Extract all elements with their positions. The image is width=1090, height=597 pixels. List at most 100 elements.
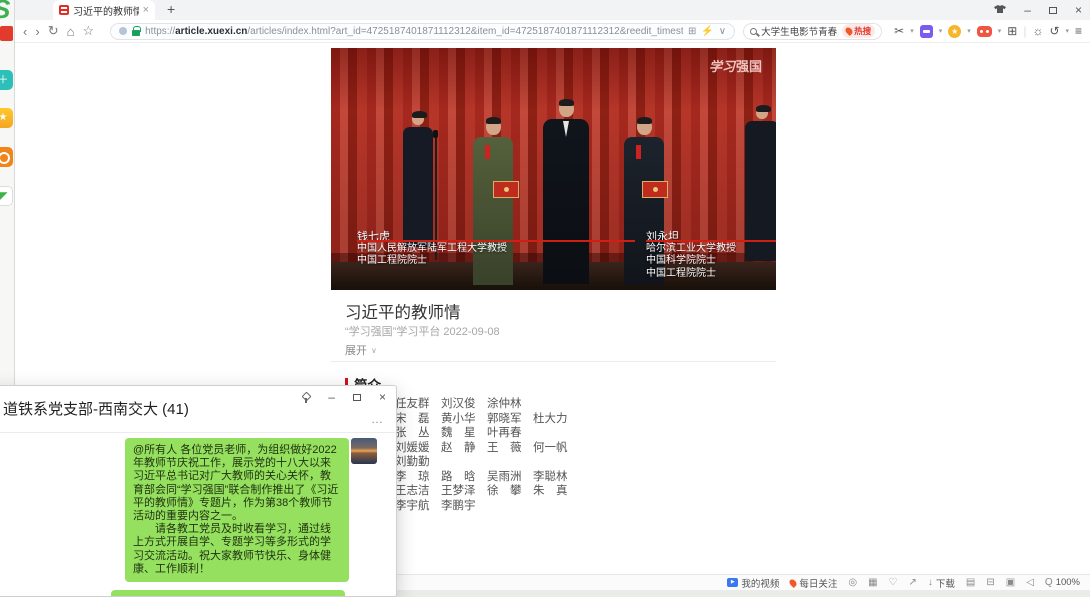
chat-message-paragraph2: 请各教工党员及时收看学习，通过线上方式开展自学、专题学习等多形式的学习交流活动。… [133,523,341,576]
undo-history-icon[interactable]: ↺ [1049,24,1059,38]
address-bar[interactable]: https://article.xuexi.cn/articles/index.… [110,23,735,40]
back-icon[interactable]: ‹ [23,24,27,39]
credits-row: 李 琼 路 晗 吴雨洲 李聪林 [395,470,568,485]
refresh-icon[interactable]: ↻ [48,23,59,39]
reader-grid-icon[interactable]: ⊞ [688,26,696,37]
close-button[interactable]: × [1075,3,1082,17]
toolbar-separator: | [1023,24,1026,38]
print-icon[interactable]: ▤ [966,577,975,588]
video-player[interactable]: 钱七虎 中国人民解放军陆军工程大学教授 中国工程院院士 刘永坦 哈尔滨工业大学教… [331,48,776,290]
download-button[interactable]: ↓ 下载 [928,576,955,590]
expand-toggle[interactable]: 展开 ∨ [345,342,377,358]
tab-title: 习近平的教师情 [73,3,139,18]
menu-icon[interactable]: ≡ [1075,24,1082,38]
sogou-logo-icon[interactable]: S [0,0,10,25]
media-app-icon[interactable]: ◤ [0,186,13,206]
caption-right-underline [646,240,776,242]
sidebar-panel-icon[interactable]: ▣ [1006,577,1015,588]
rewards-dropdown-icon[interactable]: ▾ [967,27,971,35]
share-icon[interactable]: ↗ [909,577,917,588]
screenshot-scissors-icon[interactable]: ✂ [894,24,904,38]
article-column: 钱七虎 中国人民解放军陆军工程大学教授 中国工程院院士 刘永坦 哈尔滨工业大学教… [331,43,776,574]
secure-lock-icon [132,30,140,36]
daily-follow-button[interactable]: 每日关注 [790,576,837,590]
new-tab-button[interactable]: + [167,1,175,17]
url-host: article.xuexi.cn [175,26,247,37]
restore-button[interactable] [1049,7,1057,14]
chat-title-divider [0,432,396,433]
translate-dropdown-icon[interactable]: ▾ [939,27,943,35]
chat-group-title: 道铁系党支部-西南交大 (41) [3,398,189,419]
zoom-level[interactable]: Q 100% [1045,577,1080,588]
sender-avatar[interactable] [351,438,377,464]
skin-theme-icon[interactable] [994,3,1006,17]
chat-close-button[interactable]: × [379,390,386,404]
search-hotword[interactable]: 大学生电影节青春之 [761,24,838,38]
flame-icon [788,578,798,588]
minimize-button[interactable]: – [1024,3,1031,17]
apps-grid-icon[interactable]: ⊞ [1007,24,1017,38]
browser-toolbar: ‹ › ↻ ⌂ ☆ https://article.xuexi.cn/artic… [15,20,1090,43]
forward-icon[interactable]: › [35,24,39,39]
background-official-left [403,112,433,247]
favorite-heart-icon[interactable]: ♡ [889,577,898,588]
volume-icon[interactable]: ◁ [1026,577,1034,588]
caption-left-lines: 中国人民解放军陆军工程大学教授 中国工程院院士 [357,243,507,268]
chat-message-bubble[interactable]: @所有人 各位党员老师，为组织做好2022年教师节庆祝工作，展示党的十八大以来习… [125,438,349,582]
credits-row: 张 丛 魏 星 叶再春 [395,426,568,441]
download-label: 下载 [936,576,955,590]
credits-row: 刘勤勤 [395,455,568,470]
video-play-icon: ▶ [727,578,738,587]
archive-icon[interactable]: ⊟ [986,577,994,588]
messenger-app-icon[interactable]: ＋ [0,70,13,90]
translate-extension-icon[interactable] [920,25,933,38]
caption-right-line1: 哈尔滨工业大学教授 [646,243,736,255]
image-icon[interactable]: ▦ [868,577,877,588]
chat-minimize-button[interactable]: – [328,390,335,404]
article-divider [331,361,776,362]
home-icon[interactable]: ⌂ [67,24,75,39]
url-text[interactable]: https://article.xuexi.cn/articles/index.… [145,26,683,37]
credits-row: 任友群 刘汉俊 涂仲林 [395,397,568,412]
chat-message-bubble-partial[interactable] [111,590,345,597]
window-controls: – × [994,0,1082,20]
bookmark-star-icon[interactable]: ☆ [82,23,94,39]
caption-right-lines: 哈尔滨工业大学教授 中国科学院院士 中国工程院院士 [646,243,736,280]
my-video-button[interactable]: ▶ 我的视频 [727,576,779,590]
site-dot-icon [119,27,127,35]
chat-maximize-button[interactable] [353,394,361,401]
speed-lightning-icon[interactable]: ⚡ [701,26,713,37]
night-mode-icon[interactable]: ☼ [1032,24,1043,38]
chat-message-paragraph1: @所有人 各位党员老师，为组织做好2022年教师节庆祝工作，展示党的十八大以来习… [133,444,341,523]
screenshot-dropdown-icon[interactable]: ▾ [910,27,914,35]
leader-center [543,100,589,284]
zoom-magnifier-icon: Q [1045,577,1053,588]
search-box[interactable]: 大学生电影节青春之 热搜 [743,23,882,40]
search-icon [750,28,757,35]
flame-icon [844,26,854,36]
chat-window-controls: – × [301,390,386,404]
credits-row: 李宇航 李鹏宇 [395,499,568,514]
background-official-right [745,106,776,261]
expand-label: 展开 [345,342,367,358]
addressbar-dropdown-icon[interactable]: ∨ [719,26,726,37]
chat-window: 道铁系党支部-西南交大 (41) – × … @所有人 各位党员老师，为组织做好… [0,385,397,597]
hot-search-badge[interactable]: 热搜 [842,24,875,38]
tab-close-icon[interactable]: × [143,4,149,16]
camera-app-icon[interactable] [0,147,13,167]
chat-more-icon[interactable]: … [371,412,384,426]
favorites-app-icon[interactable]: ★ [0,108,13,128]
credits-list: 任友群 刘汉俊 涂仲林 宋 磊 黄小华 郭晓军 杜大力 张 丛 魏 星 叶再春 … [395,397,568,513]
rewards-icon[interactable]: ★ [948,25,961,38]
watermark-script-part: 学习 [709,59,735,74]
undo-dropdown-icon[interactable]: ▾ [1066,27,1070,35]
tab-active[interactable]: 习近平的教师情 × [53,0,155,20]
article-source: “学习强国”学习平台 [345,326,440,338]
games-dropdown-icon[interactable]: ▾ [998,27,1002,35]
hot-badge-icon[interactable] [0,26,13,41]
pin-icon[interactable] [301,393,310,402]
games-icon[interactable] [977,26,992,37]
badge-icon[interactable]: ◎ [848,577,857,588]
xuexi-watermark: 学习强国 [709,56,762,75]
zoom-value: 100% [1056,577,1080,588]
